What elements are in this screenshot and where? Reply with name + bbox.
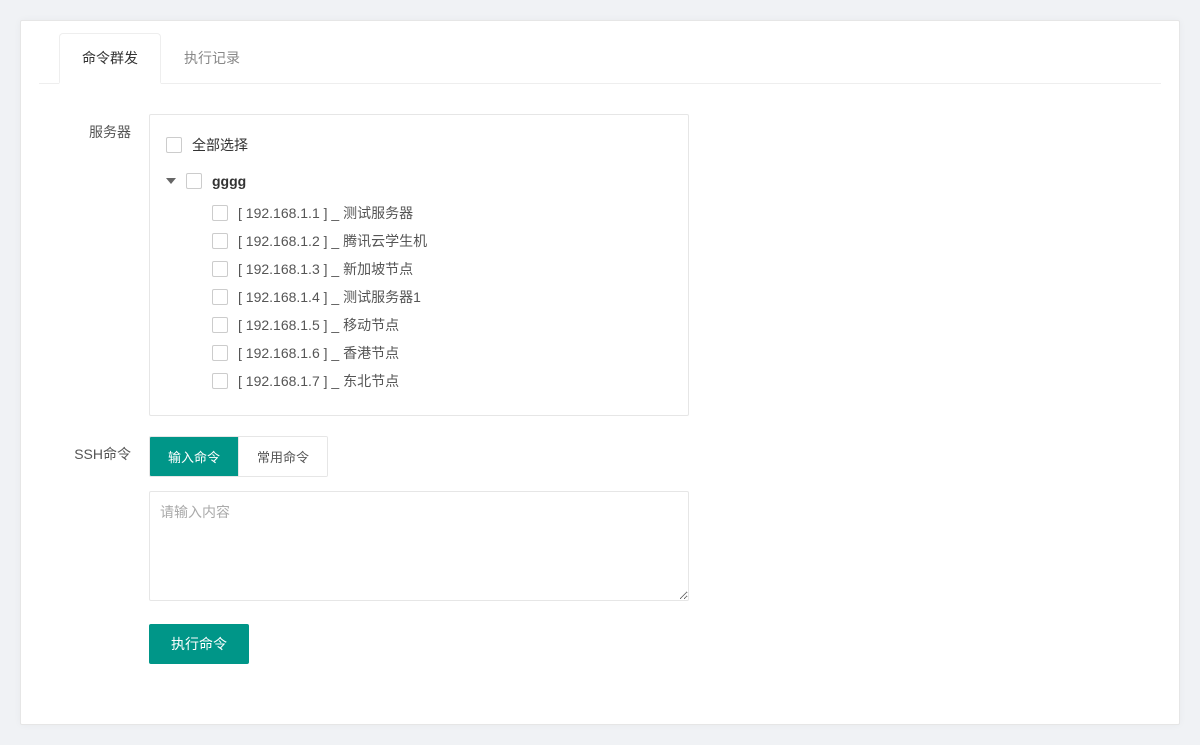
ssh-mode-group: 输入命令 常用命令 [149, 436, 328, 477]
tab-execution-history[interactable]: 执行记录 [161, 33, 263, 84]
caret-down-icon[interactable] [166, 178, 176, 184]
server-checkbox[interactable] [212, 317, 228, 333]
tree-group-row: gggg [166, 167, 672, 195]
tree-leaf: [ 192.168.1.7 ] _ 东北节点 [166, 367, 672, 395]
server-checkbox[interactable] [212, 289, 228, 305]
select-all-label: 全部选择 [192, 135, 248, 155]
tree-select-all-row: 全部选择 [166, 131, 672, 159]
command-textarea[interactable] [149, 491, 689, 601]
server-checkbox[interactable] [212, 373, 228, 389]
server-field: 全部选择 gggg [ 192.168.1.1 ] _ 测试服务器 [ 192.… [149, 114, 689, 416]
select-all-checkbox[interactable] [166, 137, 182, 153]
tab-command-broadcast[interactable]: 命令群发 [59, 33, 161, 84]
execute-button[interactable]: 执行命令 [149, 624, 249, 664]
server-row: 服务器 全部选择 gggg [ 192.168.1.1 ] _ 测试服务器 [61, 114, 1139, 416]
tree-leaf: [ 192.168.1.5 ] _ 移动节点 [166, 311, 672, 339]
server-item-label: [ 192.168.1.1 ] _ 测试服务器 [238, 203, 413, 223]
tree-leaf: [ 192.168.1.6 ] _ 香港节点 [166, 339, 672, 367]
common-command-tab[interactable]: 常用命令 [238, 437, 327, 476]
server-item-label: [ 192.168.1.7 ] _ 东北节点 [238, 371, 399, 391]
group-label: gggg [212, 171, 246, 191]
tab-bar: 命令群发 执行记录 [39, 33, 1161, 84]
server-item-label: [ 192.168.1.4 ] _ 测试服务器1 [238, 287, 421, 307]
main-card: 命令群发 执行记录 服务器 全部选择 gggg [20, 20, 1180, 725]
action-row: 执行命令 [61, 624, 1139, 664]
input-command-tab[interactable]: 输入命令 [150, 437, 238, 476]
server-item-label: [ 192.168.1.6 ] _ 香港节点 [238, 343, 399, 363]
action-field: 执行命令 [149, 624, 689, 664]
ssh-label: SSH命令 [61, 436, 149, 464]
server-item-label: [ 192.168.1.3 ] _ 新加坡节点 [238, 259, 413, 279]
server-checkbox[interactable] [212, 233, 228, 249]
ssh-row: SSH命令 输入命令 常用命令 [61, 436, 1139, 604]
server-tree: 全部选择 gggg [ 192.168.1.1 ] _ 测试服务器 [ 192.… [149, 114, 689, 416]
group-checkbox[interactable] [186, 173, 202, 189]
server-checkbox[interactable] [212, 345, 228, 361]
server-item-label: [ 192.168.1.2 ] _ 腾讯云学生机 [238, 231, 427, 251]
ssh-field: 输入命令 常用命令 [149, 436, 689, 604]
tree-leaf: [ 192.168.1.3 ] _ 新加坡节点 [166, 255, 672, 283]
form-content: 服务器 全部选择 gggg [ 192.168.1.1 ] _ 测试服务器 [21, 84, 1179, 724]
server-checkbox[interactable] [212, 261, 228, 277]
server-label: 服务器 [61, 114, 149, 142]
server-checkbox[interactable] [212, 205, 228, 221]
server-item-label: [ 192.168.1.5 ] _ 移动节点 [238, 315, 399, 335]
tree-leaf: [ 192.168.1.2 ] _ 腾讯云学生机 [166, 227, 672, 255]
tree-leaf: [ 192.168.1.4 ] _ 测试服务器1 [166, 283, 672, 311]
action-spacer [61, 624, 149, 632]
tree-leaf: [ 192.168.1.1 ] _ 测试服务器 [166, 199, 672, 227]
